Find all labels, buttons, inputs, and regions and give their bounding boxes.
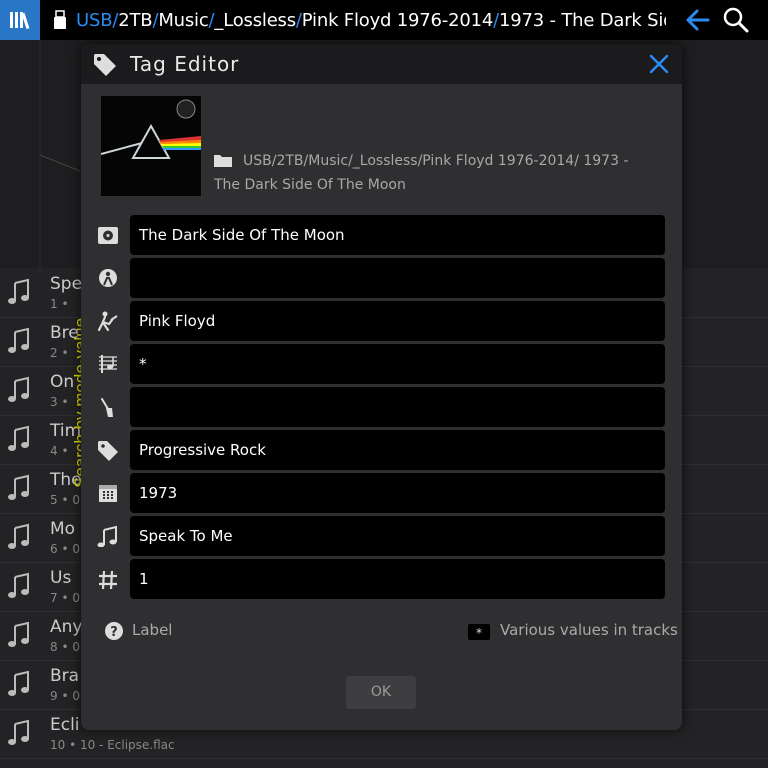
usb-icon xyxy=(52,10,68,30)
album-icon xyxy=(98,227,118,244)
music-note-icon xyxy=(8,719,29,745)
tag-field-input[interactable] xyxy=(130,387,665,427)
artist-icon xyxy=(97,311,118,332)
various-values-text: Various values in tracks xyxy=(500,621,678,639)
track-title: Mo xyxy=(50,519,76,539)
breadcrumb-album[interactable]: 1973 - The Dark Side ... xyxy=(499,10,666,31)
library-button[interactable] xyxy=(0,0,40,40)
close-icon[interactable] xyxy=(647,52,671,76)
tag-field-row: Pink Floyd xyxy=(81,301,682,341)
genre-tag-icon xyxy=(98,441,118,461)
music-note-icon xyxy=(8,327,29,353)
hash-icon xyxy=(99,570,117,590)
various-values-badge: * xyxy=(468,624,490,640)
search-icon[interactable] xyxy=(722,6,750,34)
music-note-icon xyxy=(8,278,29,304)
music-note-icon xyxy=(8,474,29,500)
track-subtitle: 10 • 10 - Eclipse.flac xyxy=(50,738,175,752)
help-icon[interactable]: ? xyxy=(104,621,124,641)
tag-field-input[interactable]: 1 xyxy=(130,559,665,599)
legend-label-text: Label xyxy=(132,621,173,639)
tag-field-row: 1973 xyxy=(81,473,682,513)
top-bar: USB/2TB/Music/_Lossless/Pink Floyd 1976-… xyxy=(0,0,768,40)
tag-field-row: 1 xyxy=(81,559,682,599)
tag-field-row: * xyxy=(81,344,682,384)
breadcrumb-usb[interactable]: USB xyxy=(76,10,113,31)
dialog-header: Tag Editor xyxy=(81,44,682,84)
track-title: Ecli xyxy=(50,715,80,735)
tag-icon xyxy=(94,54,116,76)
tag-field-input[interactable]: Speak To Me xyxy=(130,516,665,556)
tag-field-row: Progressive Rock xyxy=(81,430,682,470)
svg-text:?: ? xyxy=(110,625,118,640)
breadcrumb-lossless[interactable]: _Lossless xyxy=(214,10,296,31)
music-note-icon xyxy=(8,425,29,451)
music-note-icon xyxy=(97,525,117,547)
track-subtitle: 5 • 0 xyxy=(50,493,80,507)
tag-field-input[interactable]: Pink Floyd xyxy=(130,301,665,341)
tag-editor-dialog: Tag Editor USB/2TB/Music/_Lossless/Pink … xyxy=(81,44,682,730)
composer-icon xyxy=(99,355,117,373)
music-note-icon xyxy=(8,621,29,647)
music-note-icon xyxy=(8,376,29,402)
conductor-icon xyxy=(101,398,113,417)
track-title: Us xyxy=(50,568,72,588)
tag-field-input[interactable]: 1973 xyxy=(130,473,665,513)
breadcrumb-pink-floyd[interactable]: Pink Floyd 1976-2014 xyxy=(302,10,493,31)
back-arrow-icon[interactable] xyxy=(684,6,712,34)
calendar-icon xyxy=(99,485,117,502)
dialog-title: Tag Editor xyxy=(130,52,240,76)
tag-field-input[interactable]: Progressive Rock xyxy=(130,430,665,470)
folder-path: USB/2TB/Music/_Lossless/Pink Floyd 1976-… xyxy=(214,153,629,193)
track-subtitle: 8 • 0 xyxy=(50,640,80,654)
track-title: Any xyxy=(50,617,83,637)
track-subtitle: 6 • 0 xyxy=(50,542,80,556)
breadcrumb[interactable]: USB/2TB/Music/_Lossless/Pink Floyd 1976-… xyxy=(76,10,666,31)
tag-field-input[interactable]: * xyxy=(130,344,665,384)
tag-field-input[interactable]: The Dark Side Of The Moon xyxy=(130,215,665,255)
music-note-icon xyxy=(8,572,29,598)
tag-field-row xyxy=(81,387,682,427)
library-icon xyxy=(10,12,30,30)
music-note-icon xyxy=(8,670,29,696)
track-title: Bra xyxy=(50,666,80,686)
tag-field-row: The Dark Side Of The Moon xyxy=(81,215,682,255)
album-artist-icon xyxy=(99,269,117,287)
tag-field-row xyxy=(81,258,682,298)
track-subtitle: 9 • 0 xyxy=(50,689,80,703)
album-cover xyxy=(101,96,201,196)
music-note-icon xyxy=(8,523,29,549)
breadcrumb-2tb[interactable]: 2TB xyxy=(118,10,152,31)
tag-field-input[interactable] xyxy=(130,258,665,298)
track-subtitle: 7 • 0 xyxy=(50,591,80,605)
tag-field-row: Speak To Me xyxy=(81,516,682,556)
breadcrumb-music[interactable]: Music xyxy=(158,10,208,31)
ok-button[interactable]: OK xyxy=(346,676,416,709)
